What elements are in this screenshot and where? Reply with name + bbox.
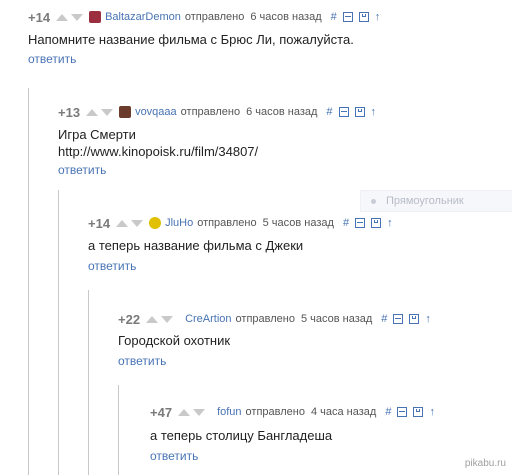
vote-down-icon[interactable] (101, 108, 114, 116)
comment-tools: # ↑ (381, 313, 437, 325)
comment-rating: +14 (28, 9, 51, 25)
reply-link[interactable]: ответить (88, 259, 136, 273)
permalink-icon[interactable]: # (343, 217, 349, 229)
comment-text-line: а теперь название фильма с Джеки (88, 238, 304, 253)
comment-link[interactable]: http://www.kinopoisk.ru/film/34807/ (58, 143, 258, 160)
permalink-icon[interactable]: # (331, 11, 337, 23)
sent-label: отправлено (245, 406, 305, 418)
comment-text: Напомните название фильма с Брюс Ли, пож… (28, 31, 354, 48)
collapse-icon[interactable] (338, 107, 349, 117)
vote-up-icon[interactable] (116, 219, 129, 227)
comment-text: Игра Смерти http://www.kinopoisk.ru/film… (58, 126, 258, 160)
comment-header: +14 BaltazarDemon отправлено 6 часов наз… (28, 9, 386, 25)
site-watermark: pikabu.ru (464, 458, 506, 469)
thread-line (28, 88, 29, 475)
thread-line (58, 190, 59, 475)
vote-up-icon[interactable] (178, 408, 191, 416)
vote-down-icon[interactable] (71, 13, 84, 21)
parent-arrow-icon[interactable]: ↑ (371, 106, 377, 118)
vote-down-icon[interactable] (193, 408, 206, 416)
comment-text: Городской охотник (118, 332, 230, 349)
tooltip-label: Прямоугольник (386, 195, 464, 207)
comment-tools: # ↑ (385, 406, 441, 418)
vote-up-icon[interactable] (146, 315, 159, 323)
sent-label: отправлено (184, 11, 245, 23)
thread-line (88, 290, 89, 475)
thread-line (118, 385, 119, 475)
collapse-icon[interactable] (342, 12, 353, 22)
save-icon[interactable] (354, 107, 365, 117)
vote-down-icon[interactable] (131, 219, 144, 227)
comment-text: а теперь название фильма с Джеки (88, 237, 303, 254)
comment-header: +14 JluHo отправлено 5 часов назад # ↑ (88, 215, 399, 231)
vote-up-icon[interactable] (56, 13, 69, 21)
comment-text-line: а теперь столицу Бангладеша (150, 428, 333, 443)
parent-arrow-icon[interactable]: ↑ (425, 313, 431, 325)
collapse-icon[interactable] (393, 314, 404, 324)
avatar[interactable] (89, 11, 102, 23)
comment-rating: +13 (58, 104, 81, 120)
sent-label: отправлено (180, 106, 241, 118)
comment-time[interactable]: 5 часов назад (301, 313, 372, 325)
avatar[interactable] (119, 106, 132, 118)
permalink-icon[interactable]: # (326, 106, 332, 118)
save-icon[interactable] (409, 314, 420, 324)
save-icon[interactable] (413, 407, 424, 417)
comment-text: а теперь столицу Бангладеша (150, 427, 332, 444)
comment-text-line: Городской охотник (118, 333, 231, 348)
save-icon[interactable] (371, 218, 382, 228)
reply-link[interactable]: ответить (28, 52, 76, 66)
collapse-icon[interactable] (355, 218, 366, 228)
comment-time[interactable]: 4 часа назад (311, 406, 376, 418)
avatar[interactable] (149, 217, 162, 229)
comment-text-line: Напомните название фильма с Брюс Ли, пож… (28, 32, 354, 47)
vote-up-icon[interactable] (86, 108, 99, 116)
permalink-icon[interactable]: # (381, 313, 387, 325)
comment-time[interactable]: 5 часов назад (263, 217, 334, 229)
author-nick[interactable]: BaltazarDemon (105, 11, 181, 23)
vote-down-icon[interactable] (161, 315, 174, 323)
shape-tooltip: Прямоугольник (360, 190, 512, 212)
comment-time[interactable]: 6 часов назад (246, 106, 317, 118)
comment-header: +47 fofun отправлено 4 часа назад # ↑ (150, 404, 441, 420)
comment-rating: +14 (88, 215, 111, 231)
comment-tools: # ↑ (326, 106, 382, 118)
comment-time[interactable]: 6 часов назад (250, 11, 321, 23)
comment-text-line: Игра Смерти (58, 127, 136, 142)
parent-arrow-icon[interactable]: ↑ (387, 217, 393, 229)
comment-header: +22 CreArtion отправлено 5 часов назад #… (118, 311, 437, 327)
parent-arrow-icon[interactable]: ↑ (429, 406, 435, 418)
collapse-icon[interactable] (397, 407, 408, 417)
reply-link[interactable]: ответить (118, 354, 166, 368)
comment-header: +13 vovqaaa отправлено 6 часов назад # ↑ (58, 104, 382, 120)
comment-tools: # ↑ (343, 217, 399, 229)
reply-link[interactable]: ответить (58, 163, 106, 177)
author-nick[interactable]: vovqaaa (135, 106, 177, 118)
save-icon[interactable] (358, 12, 369, 22)
comment-rating: +47 (150, 404, 173, 420)
author-nick[interactable]: fofun (217, 406, 241, 418)
author-nick[interactable]: JluHo (165, 217, 193, 229)
parent-arrow-icon[interactable]: ↑ (375, 11, 381, 23)
reply-link[interactable]: ответить (150, 449, 198, 463)
author-nick[interactable]: CreArtion (185, 313, 231, 325)
tooltip-dot-icon (371, 198, 376, 204)
permalink-icon[interactable]: # (385, 406, 391, 418)
comment-rating: +22 (118, 311, 141, 327)
sent-label: отправлено (197, 217, 257, 229)
comment-tools: # ↑ (331, 11, 387, 23)
sent-label: отправлено (235, 313, 295, 325)
